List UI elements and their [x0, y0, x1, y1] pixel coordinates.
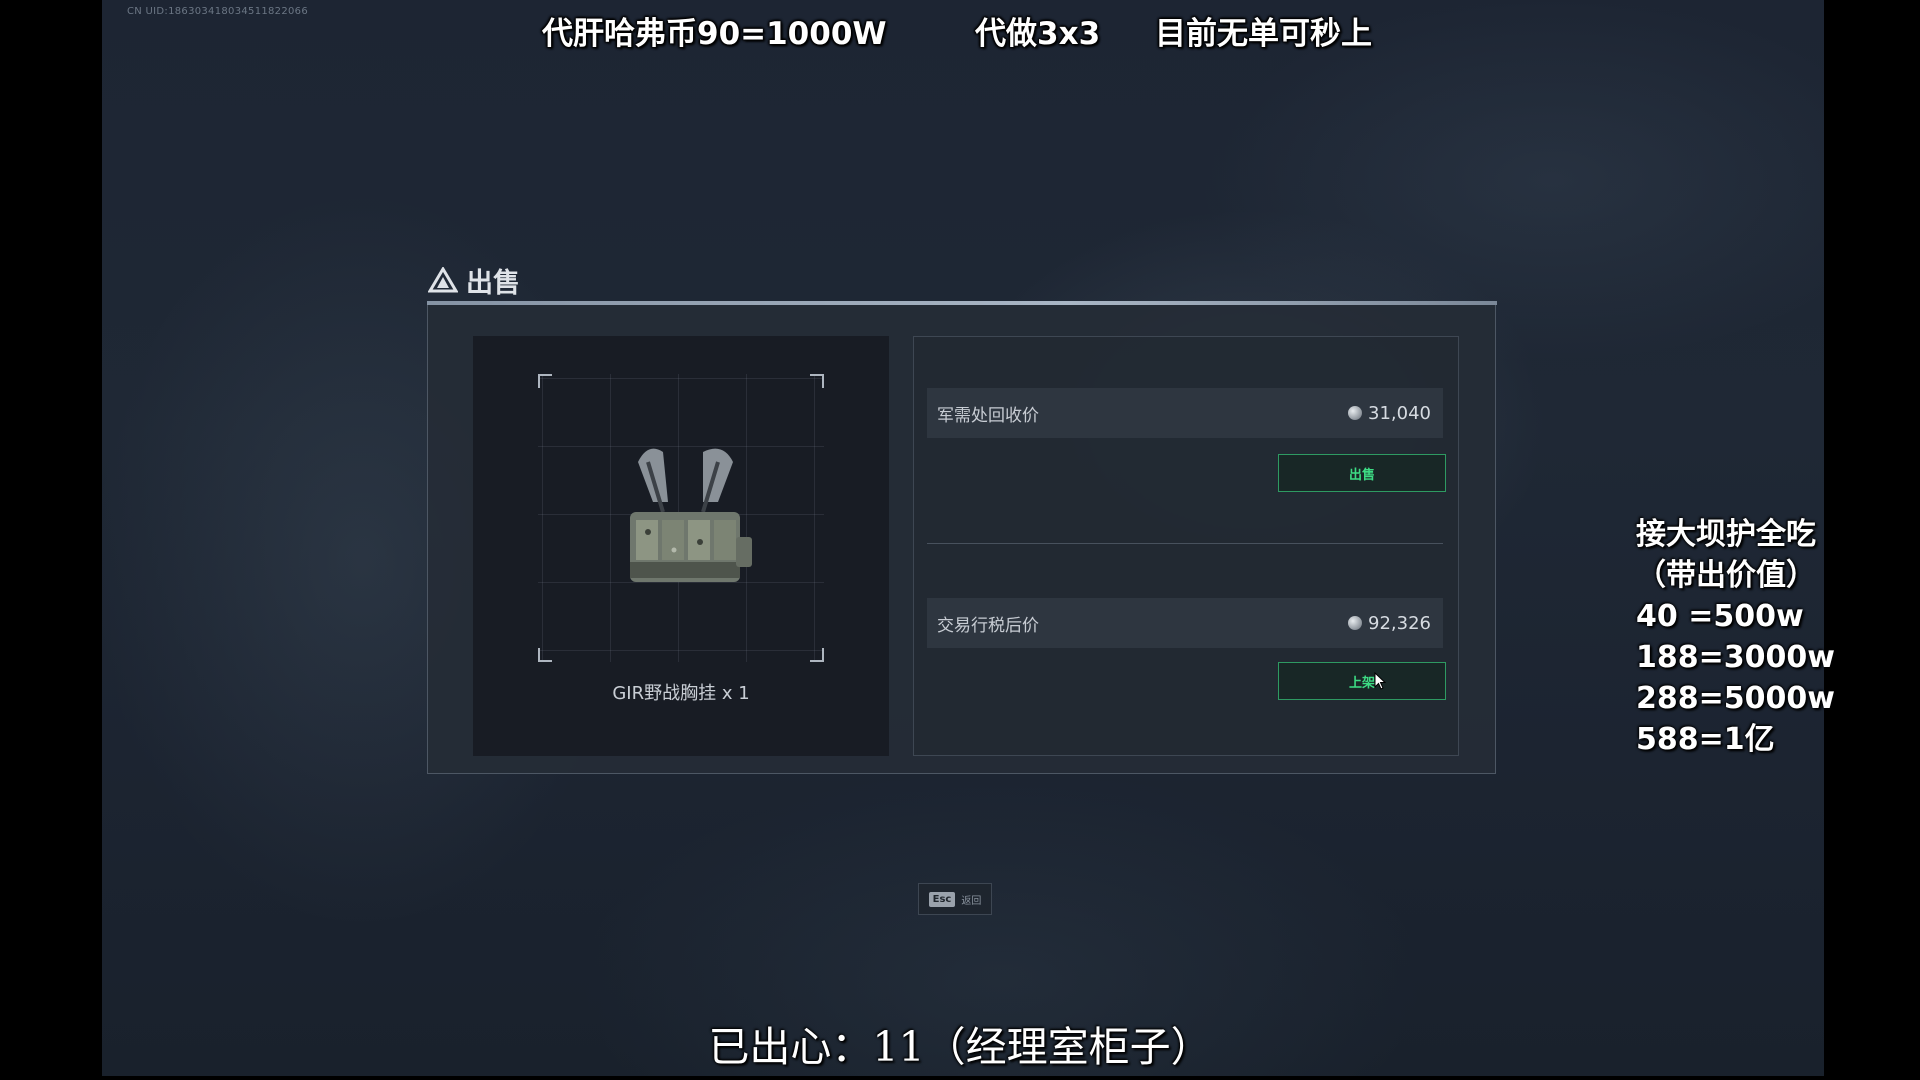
stream-overlay-side-promo: 接大坝护全吃 （带出价值） 40 =500w 188=3000w 288=500…: [1636, 514, 1835, 760]
dialog-title-text: 出售: [466, 267, 520, 299]
side-promo-line: 接大坝护全吃: [1636, 517, 1816, 552]
market-price-row: 交易行税后价 92,326: [927, 598, 1443, 648]
warning-triangle-icon: [428, 267, 458, 293]
recycle-price-row: 军需处回收价 31,040: [927, 388, 1443, 438]
list-on-market-button[interactable]: 上架: [1278, 662, 1446, 700]
esc-label: 返回: [961, 895, 982, 907]
stream-overlay-promo-3: 目前无单可秒上: [1155, 16, 1372, 52]
side-promo-line: 188=3000w: [1636, 640, 1835, 675]
item-frame: [538, 374, 824, 662]
esc-back-hint[interactable]: Esc 返回: [918, 883, 992, 915]
coin-icon: [1348, 616, 1363, 630]
side-promo-line: 588=1亿: [1636, 722, 1775, 757]
sell-dialog: GIR野战胸挂 x 1 军需处回收价 31,040 出售 交易行税后价 92,3…: [427, 305, 1496, 774]
market-price-amount: 92,326: [1368, 612, 1431, 634]
sell-button[interactable]: 出售: [1278, 454, 1446, 492]
sell-dialog-title: 出售: [428, 262, 520, 299]
stream-subtitle: 已出心：11（经理室柜子）: [708, 1023, 1212, 1071]
coin-icon: [1348, 406, 1363, 420]
cursor-icon: [1374, 672, 1386, 690]
stream-overlay-promo-2: 代做3x3: [975, 16, 1101, 52]
chest-rig-image: [630, 448, 752, 582]
esc-key: Esc: [928, 891, 956, 907]
divider: [927, 543, 1443, 544]
recycle-price-value: 31,040: [1348, 403, 1431, 424]
side-promo-line: 40 =500w: [1636, 599, 1804, 634]
market-price-label: 交易行税后价: [937, 615, 1039, 636]
player-uid: CN UID:18630341803451182206­6: [127, 6, 308, 17]
item-name: GIR野战胸挂 x 1: [612, 683, 750, 704]
market-price-value: 92,326: [1348, 613, 1431, 634]
recycle-price-amount: 31,040: [1368, 402, 1431, 424]
price-panel: 军需处回收价 31,040 出售 交易行税后价 92,326 上架: [913, 336, 1459, 756]
item-preview-panel: GIR野战胸挂 x 1: [473, 336, 889, 756]
recycle-price-label: 军需处回收价: [937, 405, 1039, 426]
stream-overlay-promo-1: 代肝哈弗币90=1000W: [542, 16, 887, 52]
side-promo-line: （带出价值）: [1636, 558, 1816, 593]
side-promo-line: 288=5000w: [1636, 681, 1835, 716]
